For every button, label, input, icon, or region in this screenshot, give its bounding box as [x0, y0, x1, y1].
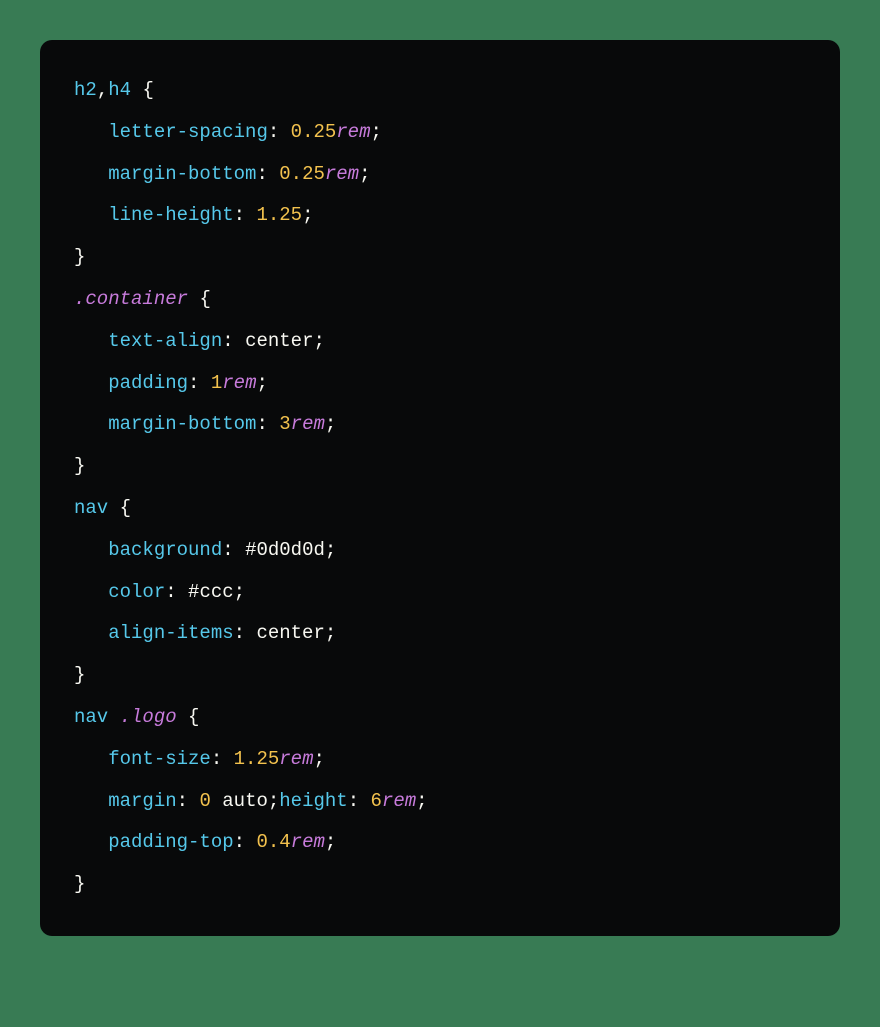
- token-number: 0.25: [279, 163, 325, 185]
- token-colon: :: [348, 790, 359, 812]
- token-unit: rem: [382, 790, 416, 812]
- token-punc: ;: [313, 748, 324, 770]
- token-value: center: [256, 622, 324, 644]
- token-value: center: [245, 330, 313, 352]
- token-selector: h2: [74, 79, 97, 101]
- token-brace: {: [188, 706, 199, 728]
- token-brace: }: [74, 455, 85, 477]
- token-selector: h4: [108, 79, 131, 101]
- token-number: 1: [211, 372, 222, 394]
- token-punc: ,: [97, 79, 108, 101]
- token-hex: #ccc: [188, 581, 234, 603]
- token-colon: :: [222, 539, 233, 561]
- css-code: h2,h4 { letter-spacing: 0.25rem; margin-…: [74, 79, 428, 895]
- token-prop: letter-spacing: [108, 121, 268, 143]
- token-colon: :: [234, 622, 245, 644]
- token-unit: rem: [279, 748, 313, 770]
- token-number: 3: [279, 413, 290, 435]
- token-selector: nav: [74, 497, 108, 519]
- token-colon: :: [256, 163, 267, 185]
- token-unit: rem: [222, 372, 256, 394]
- token-prop: margin-bottom: [108, 163, 256, 185]
- token-brace: {: [199, 288, 210, 310]
- token-punc: ;: [325, 539, 336, 561]
- token-colon: :: [222, 330, 233, 352]
- token-class: .container: [74, 288, 188, 310]
- token-brace: }: [74, 246, 85, 268]
- token-prop: font-size: [108, 748, 211, 770]
- code-block[interactable]: h2,h4 { letter-spacing: 0.25rem; margin-…: [40, 40, 840, 936]
- token-punc: ;: [359, 163, 370, 185]
- token-prop: color: [108, 581, 165, 603]
- token-number: 6: [371, 790, 382, 812]
- token-punc: ;: [302, 204, 313, 226]
- token-colon: :: [256, 413, 267, 435]
- token-number: 1.25: [234, 748, 280, 770]
- token-colon: :: [211, 748, 222, 770]
- token-unit: rem: [325, 163, 359, 185]
- token-prop: padding: [108, 372, 188, 394]
- token-class: .logo: [120, 706, 177, 728]
- token-selector: nav: [74, 706, 108, 728]
- token-punc: ;: [325, 622, 336, 644]
- token-prop: margin: [108, 790, 176, 812]
- token-punc: ;: [234, 581, 245, 603]
- token-brace: {: [120, 497, 131, 519]
- token-value: auto: [222, 790, 268, 812]
- token-prop: padding-top: [108, 831, 233, 853]
- token-unit: rem: [291, 831, 325, 853]
- token-punc: ;: [325, 831, 336, 853]
- token-colon: :: [177, 790, 188, 812]
- token-prop: align-items: [108, 622, 233, 644]
- token-brace: {: [142, 79, 153, 101]
- token-number: 0: [199, 790, 210, 812]
- token-brace: }: [74, 873, 85, 895]
- token-punc: ;: [256, 372, 267, 394]
- token-colon: :: [188, 372, 199, 394]
- token-number: 1.25: [256, 204, 302, 226]
- token-prop: height: [279, 790, 347, 812]
- token-prop: background: [108, 539, 222, 561]
- token-prop: line-height: [108, 204, 233, 226]
- token-brace: }: [74, 664, 85, 686]
- token-punc: ;: [416, 790, 427, 812]
- token-punc: ;: [325, 413, 336, 435]
- token-unit: rem: [336, 121, 370, 143]
- token-colon: :: [268, 121, 279, 143]
- token-colon: :: [165, 581, 176, 603]
- token-prop: margin-bottom: [108, 413, 256, 435]
- token-number: 0.25: [291, 121, 337, 143]
- token-punc: ;: [268, 790, 279, 812]
- token-punc: ;: [371, 121, 382, 143]
- token-punc: ;: [313, 330, 324, 352]
- token-colon: :: [234, 831, 245, 853]
- token-unit: rem: [291, 413, 325, 435]
- token-number: 0.4: [256, 831, 290, 853]
- token-hex: #0d0d0d: [245, 539, 325, 561]
- token-prop: text-align: [108, 330, 222, 352]
- token-colon: :: [234, 204, 245, 226]
